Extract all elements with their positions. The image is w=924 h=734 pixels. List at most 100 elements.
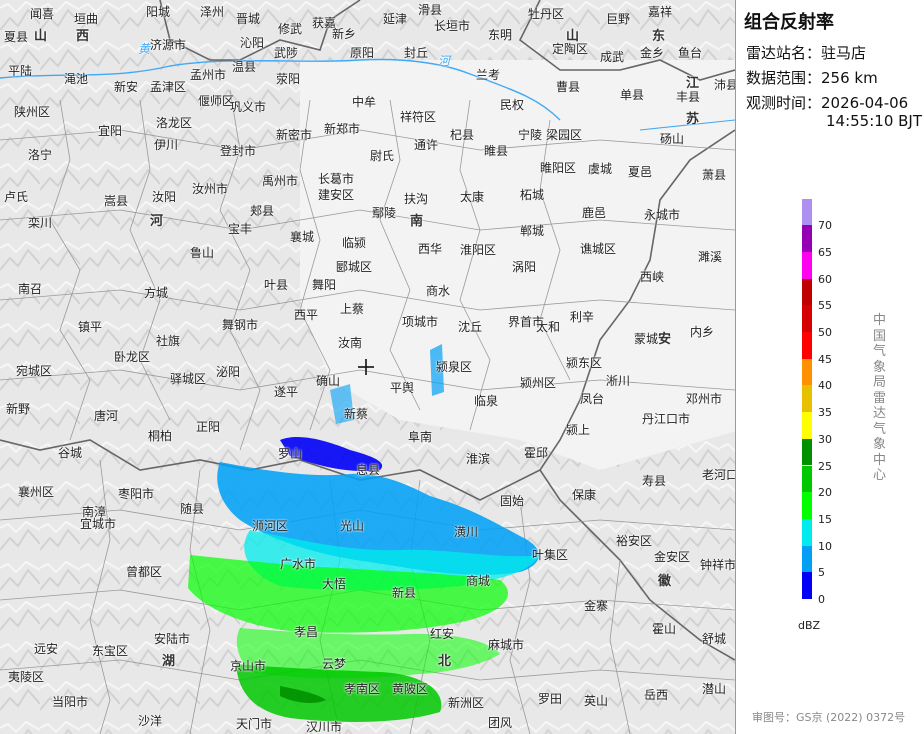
- city-label: 枣阳市: [118, 487, 155, 501]
- color-scale-swatch: [802, 225, 812, 252]
- city-label: 睢阳区: [540, 161, 577, 175]
- time-label: 观测时间：: [746, 94, 822, 112]
- city-label: 淮阳区: [460, 243, 497, 257]
- color-scale-swatch: [802, 518, 812, 546]
- city-label: 南召: [18, 282, 43, 296]
- city-label: 沈丘: [458, 320, 483, 334]
- color-scale-tick: 55: [818, 299, 832, 313]
- city-label: 确山: [316, 374, 341, 388]
- city-label: 西华: [418, 242, 443, 256]
- color-scale-tick: 40: [818, 379, 832, 393]
- city-label: 孝南区: [344, 682, 381, 696]
- city-label: 裕安区: [616, 534, 653, 548]
- city-label: 夷陵区: [8, 670, 45, 684]
- city-label: 钟祥市: [700, 558, 735, 572]
- city-label: 商城: [466, 574, 491, 588]
- province-label: 苏: [686, 112, 700, 127]
- city-label: 寿县: [642, 474, 667, 488]
- city-label: 颍东区: [566, 356, 603, 370]
- city-label: 保康: [572, 488, 597, 502]
- city-label: 天门市: [236, 717, 273, 731]
- city-label: 息县: [356, 463, 381, 477]
- color-scale-swatch: [802, 465, 812, 493]
- river-label: 河: [438, 54, 451, 68]
- city-label: 黄陂区: [392, 682, 429, 696]
- city-label: 巩义市: [230, 100, 267, 114]
- color-scale-tick: 5: [818, 566, 825, 580]
- color-scale-tick: 10: [818, 539, 832, 553]
- city-label: 成武: [600, 50, 625, 64]
- city-label: 鲁山: [190, 246, 215, 260]
- city-label: 长葛市: [318, 172, 355, 186]
- city-label: 洛宁: [28, 148, 53, 162]
- city-label: 渑池: [64, 72, 89, 86]
- city-label: 济源市: [150, 38, 187, 52]
- city-label: 唐河: [94, 409, 119, 423]
- city-label: 新野: [6, 402, 31, 416]
- city-label: 中牟: [352, 95, 377, 109]
- city-label: 团风: [488, 716, 513, 730]
- info-panel: 组合反射率 雷达站名：驻马店 数据范围：256 km 观测时间：2026-04-…: [735, 0, 924, 734]
- city-label: 砀山: [660, 132, 685, 146]
- color-scale-tick: 70: [818, 219, 832, 233]
- city-label: 宛城区: [16, 364, 53, 378]
- city-label: 红安: [430, 627, 455, 641]
- city-label: 桐柏: [148, 429, 173, 443]
- city-label: 随县: [180, 502, 205, 516]
- province-label: 安: [658, 332, 672, 347]
- city-label: 长垣市: [434, 19, 471, 33]
- city-label: 滑县: [418, 3, 443, 17]
- product-title: 组合反射率: [744, 12, 834, 33]
- city-label: 方城: [144, 286, 169, 300]
- color-scale-swatch: [802, 198, 812, 226]
- city-label: 尉氏: [370, 149, 395, 163]
- color-scale-tick: 60: [818, 272, 832, 286]
- city-label: 汉川市: [306, 720, 343, 734]
- city-label: 潢川: [454, 525, 479, 539]
- city-label: 孟津区: [150, 80, 187, 94]
- city-label: 固始: [500, 494, 525, 508]
- city-label: 金寨: [584, 599, 609, 613]
- province-label: 河: [150, 214, 164, 229]
- color-scale-swatch: [802, 572, 812, 599]
- city-label: 颍州区: [520, 376, 557, 390]
- city-label: 西峡: [640, 270, 665, 284]
- city-label: 广水市: [280, 557, 317, 571]
- city-label: 巨野: [606, 12, 631, 26]
- city-label: 霍山: [652, 622, 677, 636]
- city-label: 罗山: [278, 447, 303, 461]
- city-label: 睢县: [484, 144, 509, 158]
- city-label: 当阳市: [52, 695, 89, 709]
- city-label: 晋城: [236, 12, 261, 26]
- city-label: 伊川: [154, 138, 179, 152]
- city-label: 泌阳: [216, 365, 241, 379]
- city-label: 濉溪: [698, 250, 723, 264]
- city-label: 淅川: [606, 374, 631, 388]
- city-label: 东明: [488, 28, 513, 42]
- city-label: 牡丹区: [528, 7, 565, 21]
- color-scale-swatch: [802, 492, 812, 519]
- city-label: 光山: [340, 519, 365, 533]
- province-label: 东: [652, 29, 666, 44]
- time-clock: 14:55:10 BJT: [826, 112, 923, 130]
- city-label: 新安: [114, 80, 139, 94]
- city-label: 舞阳: [312, 278, 337, 292]
- range-value: 256 km: [821, 69, 878, 87]
- city-label: 遂平: [274, 385, 299, 399]
- city-label: 荥阳: [276, 72, 301, 86]
- city-label: 孟州市: [190, 68, 227, 82]
- city-label: 民权: [500, 98, 525, 112]
- color-scale-swatch: [802, 412, 812, 439]
- color-scale-tick: 35: [818, 406, 832, 420]
- city-label: 嘉祥: [648, 5, 673, 19]
- city-label: 曹县: [556, 80, 581, 94]
- city-label: 陕州区: [14, 105, 51, 119]
- city-label: 安陆市: [154, 632, 191, 646]
- city-label: 温县: [232, 60, 257, 74]
- city-label: 襄城: [290, 230, 315, 244]
- city-label: 武陟: [274, 46, 299, 60]
- range-row: 数据范围：256 km: [746, 67, 878, 88]
- city-label: 建安区: [318, 188, 355, 202]
- city-label: 鱼台: [678, 46, 703, 60]
- radar-map[interactable]: 山 西 山 东 河 南 江 苏 安 徽 湖 北 黄 河 闻喜 垣曲 阳城 泽州 …: [0, 0, 735, 734]
